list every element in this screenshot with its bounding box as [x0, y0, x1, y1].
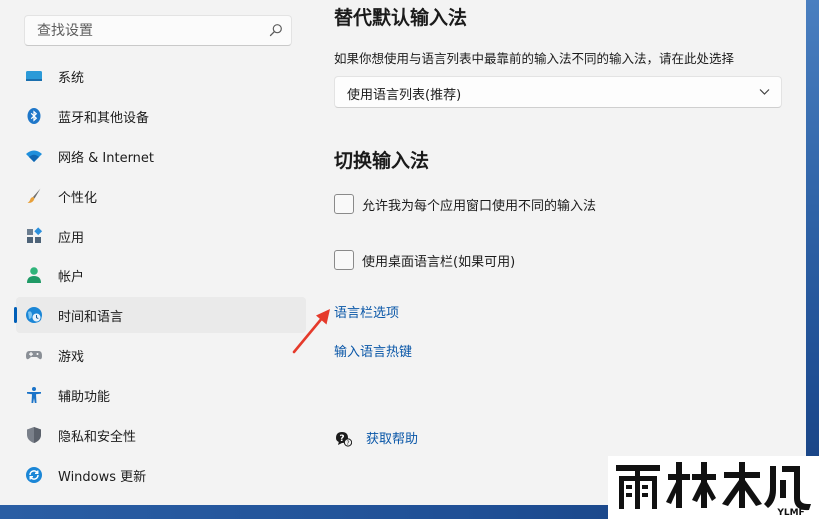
globe-clock-icon — [26, 307, 42, 323]
watermark: YLMF — [608, 456, 819, 519]
sidebar: 系统 蓝牙和其他设备 网络 & Internet 个性化 应用 — [0, 0, 318, 519]
desktop-language-bar-option[interactable]: 使用桌面语言栏(如果可用) — [334, 250, 515, 270]
sidebar-item-accounts[interactable]: 帐户 — [16, 257, 306, 293]
get-help-label: 获取帮助 — [366, 432, 419, 447]
sidebar-item-privacy[interactable]: 隐私和安全性 — [16, 417, 306, 453]
sidebar-item-personalization[interactable]: 个性化 — [16, 178, 306, 214]
svg-text:?: ? — [339, 434, 344, 444]
annotation-arrow-icon — [292, 309, 330, 354]
per-app-input-method-option[interactable]: 允许我为每个应用窗口使用不同的输入法 — [334, 194, 596, 214]
desktop-wallpaper-edge — [806, 0, 819, 519]
sidebar-item-network[interactable]: 网络 & Internet — [16, 138, 306, 174]
account-icon — [27, 267, 41, 283]
search-input[interactable] — [25, 16, 267, 45]
sidebar-item-label: 网络 & Internet — [58, 151, 155, 166]
brush-icon — [27, 188, 41, 204]
sidebar-item-label: 系统 — [58, 71, 85, 86]
sidebar-item-label: 时间和语言 — [58, 310, 124, 325]
search-box[interactable] — [24, 15, 292, 46]
sidebar-item-bluetooth[interactable]: 蓝牙和其他设备 — [16, 98, 306, 134]
get-help-link[interactable]: ? ? 获取帮助 — [334, 428, 418, 447]
language-bar-options-link[interactable]: 语言栏选项 — [334, 302, 399, 321]
sidebar-item-accessibility[interactable]: 辅助功能 — [16, 377, 306, 413]
sidebar-item-windows-update[interactable]: Windows 更新 — [16, 457, 306, 493]
sidebar-item-label: 游戏 — [58, 350, 85, 365]
sidebar-item-label: 辅助功能 — [58, 390, 111, 405]
sidebar-item-time-language[interactable]: 时间和语言 — [14, 297, 306, 333]
apps-icon — [27, 227, 43, 243]
shield-icon — [27, 427, 41, 443]
sidebar-item-label: 帐户 — [58, 270, 85, 285]
sidebar-item-label: 应用 — [58, 231, 85, 246]
search-icon[interactable] — [269, 23, 283, 37]
sidebar-item-apps[interactable]: 应用 — [16, 218, 306, 254]
desktop-language-bar-checkbox[interactable] — [334, 250, 354, 270]
sidebar-item-label: Windows 更新 — [58, 470, 147, 485]
switch-section-title: 切换输入法 — [334, 150, 430, 172]
sidebar-item-system[interactable]: 系统 — [16, 58, 306, 94]
sidebar-item-label: 隐私和安全性 — [58, 430, 137, 445]
override-description: 如果你想使用与语言列表中最靠前的输入法不同的输入法，请在此处选择 — [334, 51, 735, 66]
watermark-text: YLMF — [776, 508, 804, 518]
per-app-input-method-checkbox[interactable] — [334, 194, 354, 214]
update-icon — [26, 467, 42, 483]
main-content: 替代默认输入法 如果你想使用与语言列表中最靠前的输入法不同的输入法，请在此处选择… — [318, 0, 819, 519]
help-icon: ? ? — [336, 431, 352, 447]
yulinmufeng-logo: YLMF — [616, 462, 811, 518]
default-input-method-select[interactable]: 使用语言列表(推荐) — [334, 76, 782, 108]
sidebar-item-gaming[interactable]: 游戏 — [16, 337, 306, 373]
override-section-title: 替代默认输入法 — [334, 7, 468, 29]
gamepad-icon — [26, 351, 42, 360]
wifi-icon — [26, 150, 42, 162]
sidebar-item-label: 个性化 — [58, 191, 98, 206]
svg-text:?: ? — [346, 440, 349, 447]
accessibility-icon — [27, 387, 41, 403]
checkbox-label: 允许我为每个应用窗口使用不同的输入法 — [362, 198, 597, 214]
checkbox-label: 使用桌面语言栏(如果可用) — [362, 254, 516, 270]
select-value: 使用语言列表(推荐) — [347, 88, 462, 103]
monitor-icon — [26, 71, 42, 81]
bluetooth-icon — [27, 108, 41, 124]
active-indicator — [14, 307, 17, 323]
input-language-hotkeys-link[interactable]: 输入语言热键 — [334, 341, 412, 360]
chevron-down-icon — [759, 89, 770, 95]
sidebar-item-label: 蓝牙和其他设备 — [58, 111, 150, 126]
